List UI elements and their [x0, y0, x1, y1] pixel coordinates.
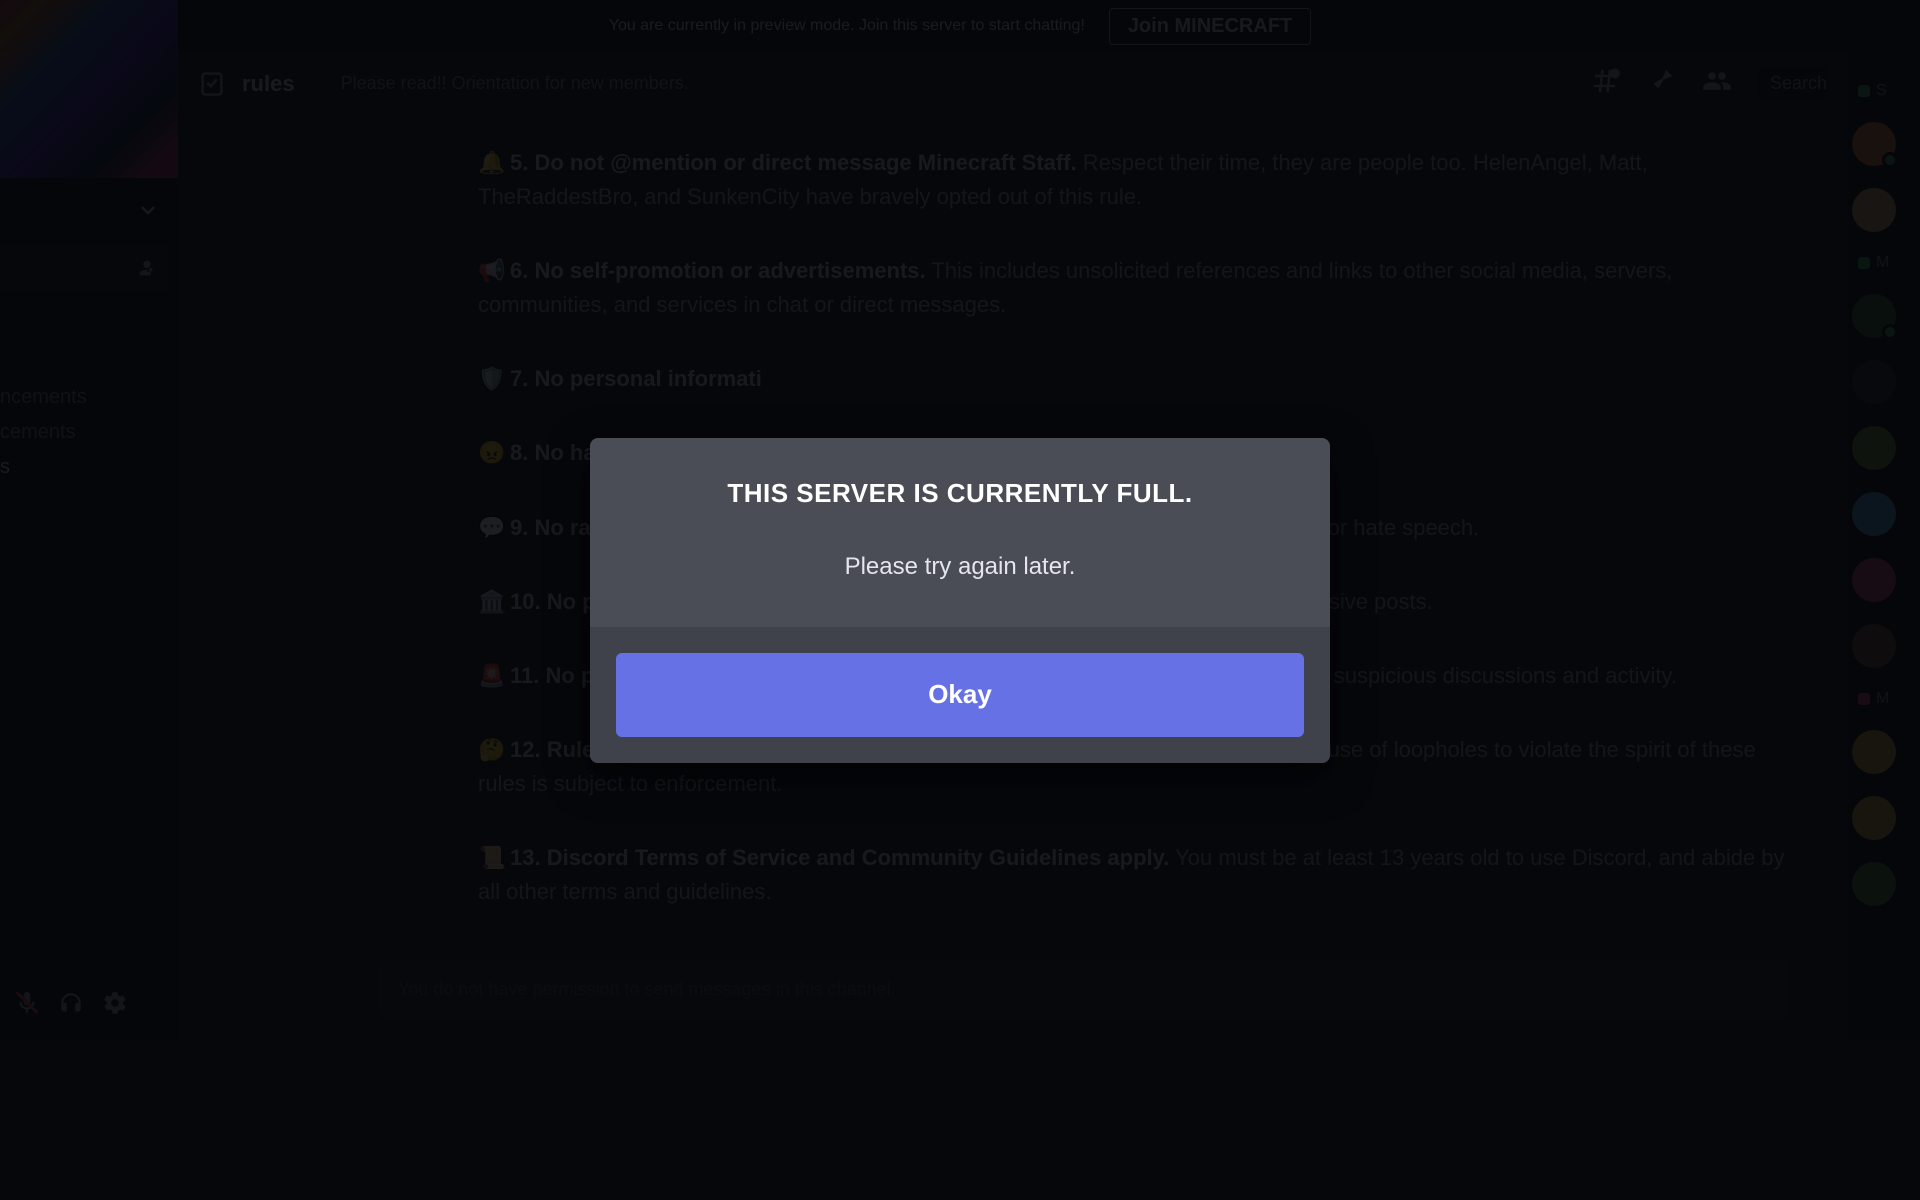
okay-button[interactable]: Okay — [616, 653, 1304, 737]
server-full-modal: THIS SERVER IS CURRENTLY FULL. Please tr… — [590, 438, 1330, 763]
modal-title: THIS SERVER IS CURRENTLY FULL. — [620, 478, 1300, 509]
modal-message: Please try again later. — [620, 553, 1300, 581]
modal-overlay: THIS SERVER IS CURRENTLY FULL. Please tr… — [0, 0, 1920, 1200]
